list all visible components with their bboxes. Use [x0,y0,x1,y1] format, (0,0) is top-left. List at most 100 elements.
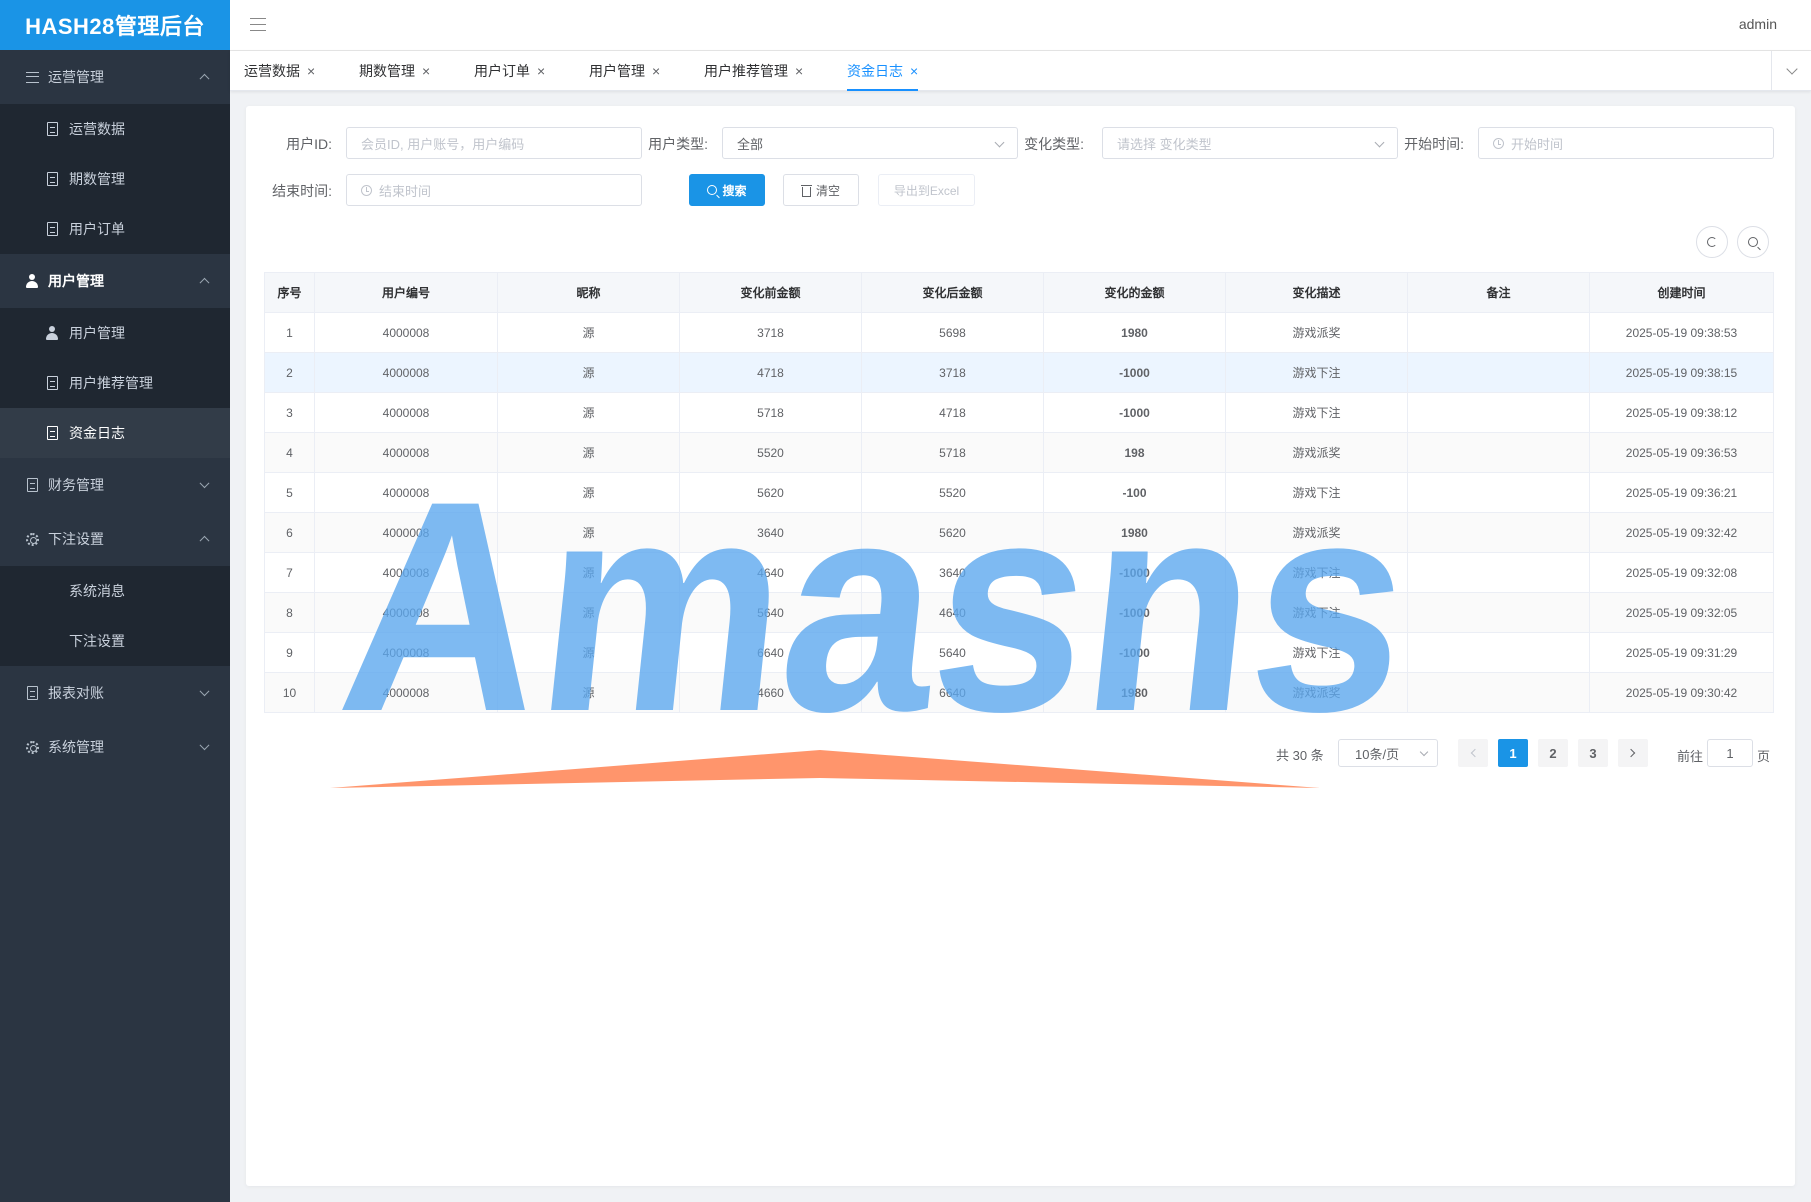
amount-after-cell: 5520 [861,472,1044,513]
page-button-2[interactable]: 2 [1538,739,1568,767]
amount-change-cell: -1000 [1043,392,1226,433]
page-button-3[interactable]: 3 [1578,739,1608,767]
user-id-cell: 4000008 [314,632,498,673]
change-type-placeholder: 请选择 变化类型 [1117,136,1212,152]
row-index: 2 [264,352,315,393]
menu-group-system[interactable]: 系统管理 [0,720,230,774]
table-row[interactable]: 3 4000008 源 5718 4718 -1000 游戏下注 2025-05-19 09:… [264,392,1774,433]
tab-fund-log[interactable]: 资金日志 × [847,51,919,91]
table-row[interactable]: 2 4000008 源 4718 3718 -1000 游戏下注 2025-05-19 09:… [264,352,1774,393]
end-time-picker[interactable]: 结束时间 [346,174,642,206]
amount-before-cell: 4640 [679,552,862,593]
change-description-cell: 游戏派奖 [1225,672,1408,713]
tab-operation-data[interactable]: 运营数据 × [244,51,315,91]
table-row[interactable]: 10 4000008 源 4660 6640 1980 游戏派奖 2025-05-19 09:… [264,672,1774,713]
column-header[interactable]: 变化后金额 [861,272,1044,313]
document-icon [44,221,60,237]
nickname-cell: 源 [497,672,680,713]
menu-group-finance[interactable]: 财务管理 [0,458,230,512]
close-icon[interactable]: × [307,63,315,79]
close-icon[interactable]: × [422,63,430,79]
change-description-cell: 游戏派奖 [1225,432,1408,473]
sidebar-item-fund-log[interactable]: 资金日志 [0,408,230,458]
menu-group-betting-settings[interactable]: 下注设置 [0,512,230,566]
refresh-icon [1707,237,1717,247]
page-button-1[interactable]: 1 [1498,739,1528,767]
user-id-label: 用户ID: [286,136,332,152]
table-row[interactable]: 7 4000008 源 4640 3640 -1000 游戏下注 2025-05-19 09:… [264,552,1774,593]
tab-dropdown-button[interactable] [1771,51,1811,91]
sidebar-item-system-messages[interactable]: 系统消息 [0,566,230,616]
remark-cell [1407,552,1590,593]
column-header[interactable]: 变化的金额 [1043,272,1226,313]
export-excel-button[interactable]: 导出到Excel [878,174,975,206]
user-type-value: 全部 [737,136,764,152]
column-header[interactable]: 备注 [1407,272,1590,313]
document-icon [44,425,60,441]
amount-change-cell: -1000 [1043,632,1226,673]
refresh-button[interactable] [1696,226,1728,258]
tab-user-orders[interactable]: 用户订单 × [474,51,545,91]
table-row[interactable]: 9 4000008 源 6640 5640 -1000 游戏下注 2025-05-19 09:… [264,632,1774,673]
table-row[interactable]: 5 4000008 源 5620 5520 -100 游戏下注 2025-05-19 09:3… [264,472,1774,513]
close-icon[interactable]: × [652,63,660,79]
document-icon [44,375,60,391]
table-row[interactable]: 4 4000008 源 5520 5718 198 游戏派奖 2025-05-19 09:36… [264,432,1774,473]
next-page-button[interactable] [1618,739,1648,767]
remark-cell [1407,472,1590,513]
toggle-search-button[interactable] [1737,226,1769,258]
tab-period-management[interactable]: 期数管理 × [359,51,430,91]
sidebar-item-user-orders[interactable]: 用户订单 [0,204,230,254]
remark-cell [1407,512,1590,553]
page-size-select[interactable]: 10条/页 [1338,739,1438,767]
column-header[interactable]: 变化描述 [1225,272,1408,313]
sidebar-item-label: 资金日志 [69,425,125,441]
search-button[interactable]: 搜索 [689,174,765,206]
sidebar-item-label: 期数管理 [69,171,125,187]
user-menu[interactable]: admin [1739,16,1777,32]
change-description-cell: 游戏派奖 [1225,512,1408,553]
chevron-down-icon [1419,747,1429,757]
column-header[interactable]: 序号 [264,272,315,313]
column-header[interactable]: 昵称 [497,272,680,313]
column-header[interactable]: 变化前金额 [679,272,862,313]
close-icon[interactable]: × [795,63,803,79]
nickname-cell: 源 [497,552,680,593]
close-icon[interactable]: × [537,63,545,79]
tab-referral-management[interactable]: 用户推荐管理 × [704,51,803,91]
tab-bar: 运营数据 × 期数管理 × 用户订单 × 用户管理 × 用户推荐管理 × 资金日志 × [230,51,1811,91]
row-index: 1 [264,312,315,353]
chevron-up-icon [199,535,210,546]
column-header[interactable]: 创建时间 [1589,272,1774,313]
page-suffix-label: 页 [1757,749,1771,764]
menu-group-users[interactable]: 用户管理 [0,254,230,308]
row-index: 8 [264,592,315,633]
sidebar-item-period-management[interactable]: 期数管理 [0,154,230,204]
goto-page-input[interactable]: 1 [1707,739,1753,767]
close-icon[interactable]: × [910,63,918,79]
created-time-cell: 2025-05-19 09:36:53 [1589,432,1774,473]
table-row[interactable]: 8 4000008 源 5640 4640 -1000 游戏下注 2025-05-19 09:… [264,592,1774,633]
menu-group-operations[interactable]: 运营管理 [0,50,230,104]
tab-user-management[interactable]: 用户管理 × [589,51,660,91]
change-type-select[interactable]: 请选择 变化类型 [1102,127,1398,159]
start-time-label: 开始时间: [1404,136,1464,152]
menu-group-reports[interactable]: 报表对账 [0,666,230,720]
sidebar-item-referral-management[interactable]: 用户推荐管理 [0,358,230,408]
sidebar-item-operation-data[interactable]: 运营数据 [0,104,230,154]
tab-label: 用户订单 [474,63,530,79]
prev-page-button[interactable] [1458,739,1488,767]
start-time-picker[interactable]: 开始时间 [1478,127,1774,159]
gear-icon [24,531,40,547]
user-type-select[interactable]: 全部 [722,127,1018,159]
user-id-input[interactable]: 会员ID, 用户账号，用户编码 [346,127,642,159]
amount-change-cell: 198 [1043,432,1226,473]
sidebar-item-user-management[interactable]: 用户管理 [0,308,230,358]
clear-button[interactable]: 清空 [783,174,859,206]
nickname-cell: 源 [497,392,680,433]
sidebar-item-bet-settings[interactable]: 下注设置 [0,616,230,666]
table-row[interactable]: 6 4000008 源 3640 5620 1980 游戏派奖 2025-05-19 09:3… [264,512,1774,553]
column-header[interactable]: 用户编号 [314,272,498,313]
menu-toggle-icon[interactable] [250,18,266,31]
table-row[interactable]: 1 4000008 源 3718 5698 1980 游戏派奖 2025-05-19 09:3… [264,312,1774,353]
